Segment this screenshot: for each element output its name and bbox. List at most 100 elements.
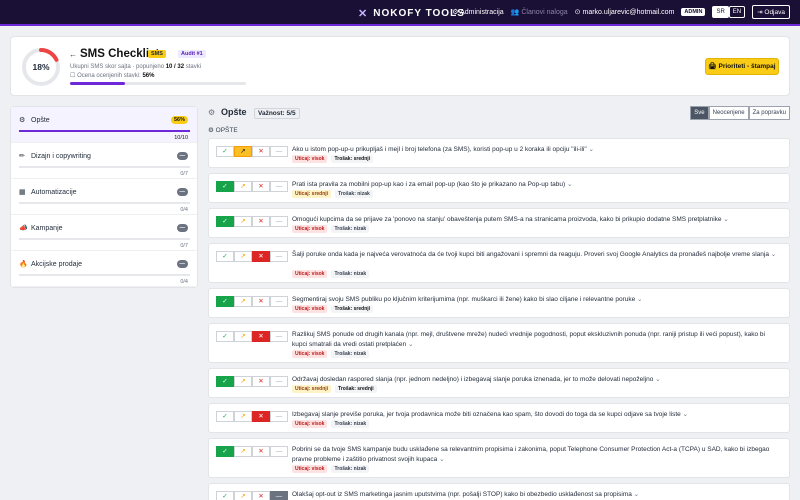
mark-na-button[interactable]: — bbox=[270, 146, 288, 157]
filter-all-button[interactable]: Sve bbox=[690, 106, 709, 120]
mark-na-button[interactable]: — bbox=[270, 411, 288, 422]
mark-na-button[interactable]: — bbox=[270, 216, 288, 227]
members-link[interactable]: 👥 Članovi naloga bbox=[511, 8, 568, 16]
cost-tag: Trošak: srednji bbox=[335, 385, 377, 393]
sidebar-item[interactable]: ▦ Automatizacije — 0/4 bbox=[11, 179, 197, 215]
category-count: 0/7 bbox=[180, 171, 188, 177]
sidebar-item[interactable]: ⚙ Opšte 56% 10/10 bbox=[11, 107, 197, 143]
checklist-item: ✓ ↗ ✕ — Pobrini se da tvoje SMS kampanje bud… bbox=[208, 438, 790, 478]
back-arrow-icon[interactable]: ← bbox=[69, 50, 77, 59]
filter-to-fix-button[interactable]: Za popravku bbox=[748, 106, 790, 120]
mark-partial-button[interactable]: ↗ bbox=[234, 491, 252, 500]
item-text[interactable]: Izbegavaj slanje previše poruka, jer tvo… bbox=[292, 410, 779, 420]
members-link-label: Članovi naloga bbox=[521, 9, 568, 16]
mark-na-button[interactable]: — bbox=[270, 296, 288, 307]
item-text[interactable]: Segmentiraj svoju SMS publiku po ključni… bbox=[292, 295, 779, 305]
mark-done-button[interactable]: ✓ bbox=[216, 491, 234, 500]
item-text[interactable]: Ako u istom pop-up-u prikupljaš i mejl i… bbox=[292, 145, 779, 155]
mark-done-button[interactable]: ✓ bbox=[216, 181, 234, 192]
mark-partial-button[interactable]: ↗ bbox=[234, 376, 252, 387]
chevron-down-icon[interactable]: ⌄ bbox=[408, 341, 413, 348]
print-priorities-button[interactable]: 🖨 Prioriteti - štampaj bbox=[705, 58, 779, 75]
sidebar-item[interactable]: 🔥 Akcijske prodaje — 0/4 bbox=[11, 251, 197, 287]
mark-done-button[interactable]: ✓ bbox=[216, 216, 234, 227]
mark-fail-button[interactable]: ✕ bbox=[252, 251, 270, 262]
chevron-down-icon[interactable]: ⌄ bbox=[637, 296, 642, 303]
mark-fail-button[interactable]: ✕ bbox=[252, 216, 270, 227]
cost-tag: Trošak: nizak bbox=[331, 225, 370, 233]
mark-fail-button[interactable]: ✕ bbox=[252, 331, 270, 342]
item-text[interactable]: Razlikuj SMS ponude od drugih kanala (np… bbox=[292, 330, 779, 350]
logout-button[interactable]: ⇥ Odjava bbox=[752, 5, 790, 19]
chevron-down-icon[interactable]: ⌄ bbox=[723, 216, 728, 223]
mark-done-button[interactable]: ✓ bbox=[216, 296, 234, 307]
checklist-item: ✓ ↗ ✕ — Segmentiraj svoju SMS publiku po klj… bbox=[208, 288, 790, 318]
role-badge: ADMIN bbox=[681, 8, 706, 16]
mark-partial-button[interactable]: ↗ bbox=[234, 216, 252, 227]
checkbox-icon: ☐ bbox=[70, 73, 76, 79]
mark-na-button[interactable]: — bbox=[270, 491, 288, 500]
impact-tag: Uticaj: visok bbox=[292, 305, 328, 313]
category-score-badge: — bbox=[176, 260, 188, 268]
item-text[interactable]: Pobrini se da tvoje SMS kampanje budu us… bbox=[292, 445, 779, 465]
mark-partial-button[interactable]: ↗ bbox=[234, 411, 252, 422]
mark-fail-button[interactable]: ✕ bbox=[252, 446, 270, 457]
mark-done-button[interactable]: ✓ bbox=[216, 411, 234, 422]
sidebar-item[interactable]: 📣 Kampanje — 0/7 bbox=[11, 215, 197, 251]
filter-unrated-button[interactable]: Neocenjene bbox=[708, 106, 749, 120]
importance-badge: Važnost: 5/5 bbox=[254, 108, 300, 119]
rating-buttons: ✓ ↗ ✕ — bbox=[216, 446, 288, 457]
item-text[interactable]: Olakšaj opt-out iz SMS marketinga jasnim… bbox=[292, 490, 779, 500]
mark-na-button[interactable]: — bbox=[270, 251, 288, 262]
chevron-down-icon[interactable]: ⌄ bbox=[439, 456, 444, 463]
lang-en-button[interactable]: EN bbox=[728, 6, 746, 18]
mark-done-button[interactable]: ✓ bbox=[216, 146, 234, 157]
impact-tag: Uticaj: visok bbox=[292, 270, 328, 278]
mark-partial-button[interactable]: ↗ bbox=[234, 251, 252, 262]
mark-partial-button[interactable]: ↗ bbox=[234, 181, 252, 192]
mark-fail-button[interactable]: ✕ bbox=[252, 146, 270, 157]
mark-fail-button[interactable]: ✕ bbox=[252, 491, 270, 500]
mark-fail-button[interactable]: ✕ bbox=[252, 411, 270, 422]
admin-link[interactable]: ⚙ Administracija bbox=[452, 8, 503, 16]
mark-na-button[interactable]: — bbox=[270, 446, 288, 457]
mark-done-button[interactable]: ✓ bbox=[216, 331, 234, 342]
sidebar-item[interactable]: ✏ Dizajn i copywriting — 0/7 bbox=[11, 143, 197, 179]
mark-na-button[interactable]: — bbox=[270, 331, 288, 342]
category-progress-bar bbox=[19, 166, 190, 168]
brand-logo[interactable]: ✕ NOKOFY TOOLS bbox=[358, 7, 465, 20]
lang-sr-button[interactable]: SR bbox=[712, 6, 729, 18]
sidebar-item-label: Kampanje bbox=[31, 225, 63, 232]
category-icon: ▦ bbox=[19, 189, 26, 196]
mark-partial-button[interactable]: ↗ bbox=[234, 331, 252, 342]
chevron-down-icon[interactable]: ⌄ bbox=[634, 491, 639, 498]
mark-na-button[interactable]: — bbox=[270, 181, 288, 192]
gear-icon: ⚙ bbox=[208, 127, 214, 134]
score-percent: 18% bbox=[32, 62, 50, 72]
rating-value: 56% bbox=[142, 73, 155, 79]
chevron-down-icon[interactable]: ⌄ bbox=[655, 376, 660, 383]
item-text[interactable]: Omogući kupcima da se prijave za 'ponovo… bbox=[292, 215, 779, 225]
mark-fail-button[interactable]: ✕ bbox=[252, 181, 270, 192]
chevron-down-icon[interactable]: ⌄ bbox=[683, 411, 688, 418]
impact-tag: Uticaj: visok bbox=[292, 420, 328, 428]
chevron-down-icon[interactable]: ⌄ bbox=[771, 251, 776, 258]
mark-na-button[interactable]: — bbox=[270, 376, 288, 387]
section-label: ⚙ OPŠTE bbox=[208, 126, 238, 134]
mark-fail-button[interactable]: ✕ bbox=[252, 376, 270, 387]
item-text[interactable]: Šalji poruke onda kada je najveća verova… bbox=[292, 250, 779, 260]
chevron-down-icon[interactable]: ⌄ bbox=[589, 146, 594, 153]
chevron-down-icon[interactable]: ⌄ bbox=[567, 181, 572, 188]
item-text[interactable]: Prati ista pravila za mobilni pop-up kao… bbox=[292, 180, 779, 190]
mark-done-button[interactable]: ✓ bbox=[216, 376, 234, 387]
mark-done-button[interactable]: ✓ bbox=[216, 446, 234, 457]
mark-partial-button[interactable]: ↗ bbox=[234, 296, 252, 307]
mark-fail-button[interactable]: ✕ bbox=[252, 296, 270, 307]
gear-icon: ⚙ bbox=[452, 9, 459, 16]
rating-buttons: ✓ ↗ ✕ — bbox=[216, 296, 288, 307]
rating-buttons: ✓ ↗ ✕ — bbox=[216, 331, 288, 342]
mark-partial-button[interactable]: ↗ bbox=[234, 146, 252, 157]
mark-partial-button[interactable]: ↗ bbox=[234, 446, 252, 457]
item-text[interactable]: Održavaj dosledan raspored slanja (npr. … bbox=[292, 375, 779, 385]
mark-done-button[interactable]: ✓ bbox=[216, 251, 234, 262]
